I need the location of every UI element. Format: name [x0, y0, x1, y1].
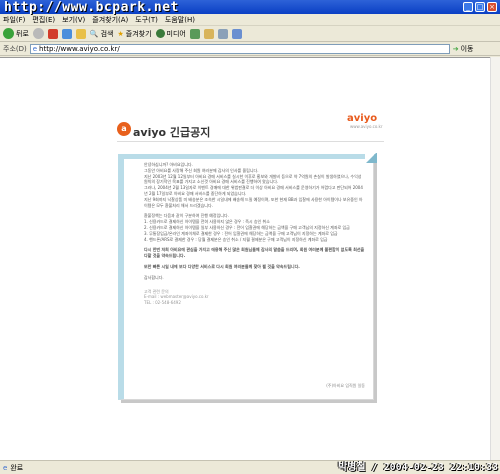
vertical-scrollbar[interactable] [490, 57, 500, 460]
close-button[interactable]: × [487, 2, 497, 12]
para-shutdown: 그러나, 2004년 2월 13일자로 이벤트 경매에 대한 위법판결로 더 이… [144, 185, 363, 196]
address-bar: 주소(D) e http://www.aviyo.co.kr/ ➔ 이동 [0, 42, 500, 56]
para-history: 지난 2003년 12월 12일부터 아비요 경매 서비스를 실시한 이후로 홍… [144, 173, 362, 185]
title-bar: http://www.bcpark.net _ □ × [0, 0, 500, 15]
refresh-icon [61, 28, 72, 39]
logo-icon: a [117, 122, 131, 136]
notice-paper: 안녕하십니까? 아비요입니다. 그동안 아비요를 사랑해 주신 회원 여러분께 … [118, 153, 377, 400]
print-button[interactable] [217, 28, 228, 39]
forward-arrow-icon [32, 28, 44, 39]
mail-icon [203, 28, 214, 39]
history-button[interactable] [189, 28, 200, 39]
menu-edit[interactable]: 편집(E) [32, 15, 55, 25]
home-button[interactable] [75, 28, 86, 39]
menu-help[interactable]: 도움말(H) [165, 15, 195, 25]
status-page-icon: e [3, 463, 8, 472]
star-icon: ★ [117, 29, 124, 38]
edit-button[interactable] [231, 28, 242, 39]
contact-tel: TEL : 02-548-6492 [144, 300, 181, 306]
search-label: 검색 [100, 29, 114, 38]
stop-button[interactable] [47, 28, 58, 39]
minimize-button[interactable]: _ [463, 2, 473, 12]
page-icon: e [32, 44, 38, 53]
closing-text: 다시 한번 저희 아비요에 관심을 가지고 애용해 주신 많은 회원님들께 감사… [144, 247, 365, 259]
go-label: 이동 [460, 44, 474, 53]
go-button[interactable]: ➔ 이동 [453, 44, 474, 54]
toolbar: 뒤로 🔍 검색 ★ 즐겨찾기 미디어 [0, 26, 500, 42]
page-title: aviyo 긴급공지 [133, 126, 211, 139]
back-arrow-icon [3, 28, 14, 39]
watermark-text: http://www.bcpark.net [4, 0, 179, 15]
address-url: http://www.aviyo.co.kr/ [39, 44, 120, 53]
back-label: 뒤로 [16, 29, 29, 38]
forward-button[interactable] [32, 28, 44, 39]
stop-icon [47, 28, 58, 39]
refund-item-3: 3. 무통장입금/온라인 계좌이체로 결제한 경우 : 전어 입찰권에 해당하는… [144, 230, 338, 236]
menu-tools[interactable]: 도구(T) [135, 15, 158, 25]
maximize-button[interactable]: □ [475, 2, 485, 12]
address-input[interactable]: e http://www.aviyo.co.kr/ [29, 43, 450, 54]
history-icon [189, 28, 200, 39]
contact-info: 고객 관련 문의 E-mail : webmaster@aviyo.co.kr … [144, 289, 365, 306]
menu-favorites[interactable]: 즐겨찾기(A) [92, 15, 128, 25]
mail-button[interactable] [203, 28, 214, 39]
back-button[interactable]: 뒤로 [3, 28, 29, 39]
para-delivery: 지난 9회까지 낙찰상품 미 배송분은 조속한 시일내에 배송해 드릴 예정이며… [144, 196, 363, 208]
thanks-text: 감사합니다. [144, 274, 164, 280]
menu-view[interactable]: 보기(V) [62, 15, 85, 25]
status-text: 완료 [10, 463, 24, 472]
go-arrow-icon: ➔ [452, 44, 459, 53]
favorites-label: 즐겨찾기 [125, 29, 152, 38]
media-button[interactable]: 미디어 [155, 29, 186, 39]
refund-item-2: 2. 신용카드로 결제하신 아이템을 일부 사용하신 경우 : 전어 입찰권에 … [144, 224, 350, 230]
page-curl-decoration [365, 153, 377, 163]
favorites-button[interactable]: ★ 즐겨찾기 [118, 29, 152, 39]
print-icon [217, 28, 228, 39]
home-icon [75, 28, 86, 39]
search-button[interactable]: 🔍 검색 [90, 29, 114, 39]
media-icon [155, 29, 165, 38]
search-icon: 🔍 [89, 29, 99, 38]
refresh-button[interactable] [61, 28, 72, 39]
edit-icon [231, 28, 242, 39]
notice-body: 안녕하십니까? 아비요입니다. 그동안 아비요를 사랑해 주신 회원 여러분께 … [144, 162, 365, 281]
timestamp-overlay: 박병철 / 2004-02-23 22:10:33 [337, 462, 498, 473]
menu-bar: 파일(F) 편집(E) 보기(V) 즐겨찾기(A) 도구(T) 도움말(H) [0, 14, 500, 26]
signoff-text: (주)아비요 임직원 일동 [326, 383, 365, 388]
media-label: 미디어 [166, 29, 186, 38]
address-label: 주소(D) [3, 44, 27, 53]
menu-file[interactable]: 파일(F) [3, 15, 25, 25]
